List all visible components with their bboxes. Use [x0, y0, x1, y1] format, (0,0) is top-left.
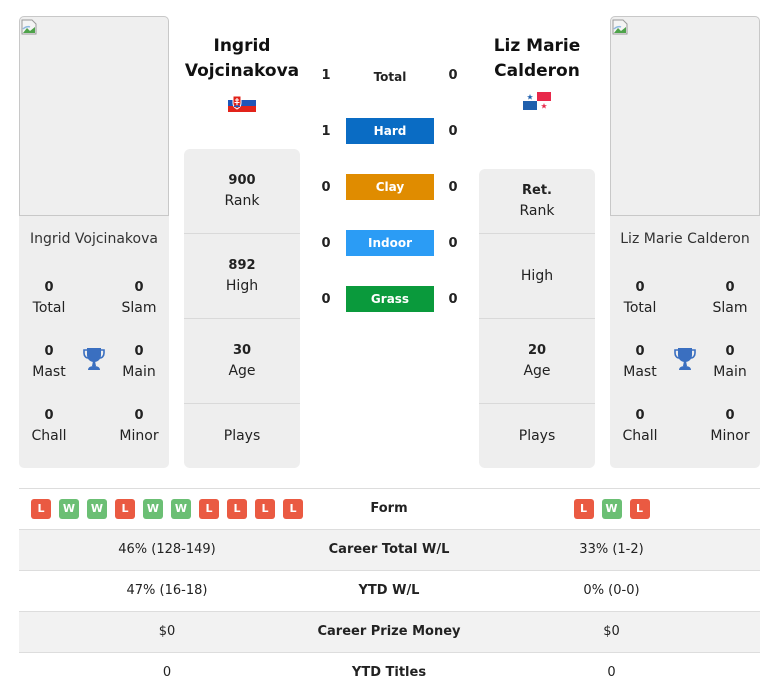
broken-image-icon [21, 19, 37, 35]
h2h-grass-row: 0 Grass 0 [300, 286, 479, 314]
form-loss-badge[interactable]: L [629, 499, 650, 519]
h2h-total-label: Total [373, 70, 407, 84]
left-ytd-wl: 47% (16-18) [126, 583, 208, 598]
left-titles-slam: 0 Slam [121, 280, 157, 316]
left-player-photo [19, 16, 169, 216]
table-row: 0 YTD Titles 0 [19, 653, 760, 694]
prize-money-label: Career Prize Money [317, 624, 461, 639]
form-loss-badge[interactable]: L [31, 499, 51, 519]
right-titles-slam: 0 Slam [712, 280, 748, 316]
h2h-clay-right: 0 [448, 180, 458, 195]
form-loss-badge[interactable]: L [255, 499, 275, 519]
career-wl-label: Career Total W/L [328, 542, 450, 557]
form-row: LWWLWWLLLL Form LWL [19, 489, 760, 530]
left-stat-rank: 900 Rank [184, 149, 300, 234]
panama-flag-icon [523, 92, 551, 110]
surface-hard-badge[interactable]: Hard [346, 118, 434, 144]
h2h-total-row: 1 Total 0 [300, 62, 479, 90]
left-stat-high: 892 High [184, 234, 300, 319]
left-player-card: Ingrid Vojcinakova 0 Total 0 Slam 0 Mast… [19, 16, 169, 468]
form-win-badge[interactable]: W [171, 499, 191, 519]
h2h-clay-left: 0 [321, 180, 331, 195]
left-titles-total: 0 Total [32, 280, 66, 316]
right-player-name[interactable]: Liz Marie Calderon [479, 34, 595, 84]
right-stat-plays: Plays [518, 428, 556, 444]
right-ytd-wl: 0% (0-0) [583, 583, 640, 598]
h2h-clay-row: 0 Clay 0 [300, 174, 479, 202]
table-row: 46% (128-149) Career Total W/L 33% (1-2) [19, 530, 760, 571]
form-win-badge[interactable]: W [143, 499, 163, 519]
right-stat-rank: Ret. Rank [479, 169, 595, 234]
right-player-card: Liz Marie Calderon 0 Total 0 Slam 0 Mast… [610, 16, 760, 468]
left-form-badges: LWWLWWLLLL [19, 489, 315, 529]
form-win-badge[interactable]: W [601, 499, 622, 519]
form-win-badge[interactable]: W [59, 499, 79, 519]
left-stats-card: 900 Rank 892 High 30 Age Plays [184, 149, 300, 468]
ytd-titles-label: YTD Titles [351, 665, 427, 680]
left-career-wl: 46% (128-149) [118, 542, 216, 557]
table-row: 47% (16-18) YTD W/L 0% (0-0) [19, 571, 760, 612]
right-form: LWL [463, 489, 760, 529]
h2h-grass-right: 0 [448, 292, 458, 307]
right-titles-chall: 0 Chall [622, 408, 658, 444]
right-ytd-titles: 0 [607, 665, 616, 680]
h2h-indoor-left: 0 [321, 236, 331, 251]
left-player-photo-name: Ingrid Vojcinakova [30, 231, 158, 247]
left-titles-minor: 0 Minor [119, 408, 159, 444]
h2h-total-left: 1 [321, 68, 331, 83]
left-ytd-titles: 0 [162, 665, 172, 680]
right-stat-age: 20 Age [479, 319, 595, 404]
h2h-indoor-right: 0 [448, 236, 458, 251]
right-player-photo-name: Liz Marie Calderon [620, 231, 750, 247]
left-player-header: Ingrid Vojcinakova [184, 34, 300, 116]
right-titles-minor: 0 Minor [710, 408, 750, 444]
right-prize-money: $0 [603, 624, 620, 639]
h2h-grass-left: 0 [321, 292, 331, 307]
h2h-hard-row: 1 Hard 0 [300, 118, 479, 146]
trophy-icon [83, 348, 105, 370]
form-loss-badge[interactable]: L [573, 499, 594, 519]
left-stat-age: 30 Age [184, 319, 300, 404]
right-stat-high: High [479, 234, 595, 319]
form-win-badge[interactable]: W [87, 499, 107, 519]
left-player-name[interactable]: Ingrid Vojcinakova [184, 34, 300, 84]
left-stat-plays: Plays [223, 428, 261, 444]
broken-image-icon [612, 19, 628, 35]
left-titles-mast: 0 Mast [32, 344, 66, 380]
ytd-wl-label: YTD W/L [358, 583, 420, 598]
form-loss-badge[interactable]: L [283, 499, 303, 519]
trophy-icon [674, 348, 696, 370]
comparison-table: LWWLWWLLLL Form LWL 46% (128-149) Career… [19, 488, 760, 694]
right-titles-main: 0 Main [713, 344, 747, 380]
h2h-total-right: 0 [448, 68, 458, 83]
h2h-indoor-row: 0 Indoor 0 [300, 230, 479, 258]
surface-indoor-badge[interactable]: Indoor [346, 230, 434, 256]
right-stats-card: Ret. Rank High 20 Age Plays [479, 169, 595, 468]
right-player-header: Liz Marie Calderon [479, 34, 595, 114]
left-titles-main: 0 Main [122, 344, 156, 380]
table-row: $0 Career Prize Money $0 [19, 612, 760, 653]
right-player-photo [610, 16, 760, 216]
surface-clay-badge[interactable]: Clay [346, 174, 434, 200]
surface-grass-badge[interactable]: Grass [346, 286, 434, 312]
h2h-hard-left: 1 [321, 124, 331, 139]
left-form: LWWLWWLLLL [19, 489, 315, 529]
left-prize-money: $0 [158, 624, 176, 639]
form-loss-badge[interactable]: L [199, 499, 219, 519]
h2h-hard-right: 0 [448, 124, 458, 139]
slovakia-flag-icon [228, 94, 256, 112]
form-label: Form [370, 501, 408, 516]
left-titles-chall: 0 Chall [31, 408, 67, 444]
right-titles-total: 0 Total [623, 280, 657, 316]
form-loss-badge[interactable]: L [115, 499, 135, 519]
form-loss-badge[interactable]: L [227, 499, 247, 519]
right-titles-mast: 0 Mast [623, 344, 657, 380]
right-career-wl: 33% (1-2) [579, 542, 644, 557]
right-form-badges: LWL [463, 489, 760, 529]
